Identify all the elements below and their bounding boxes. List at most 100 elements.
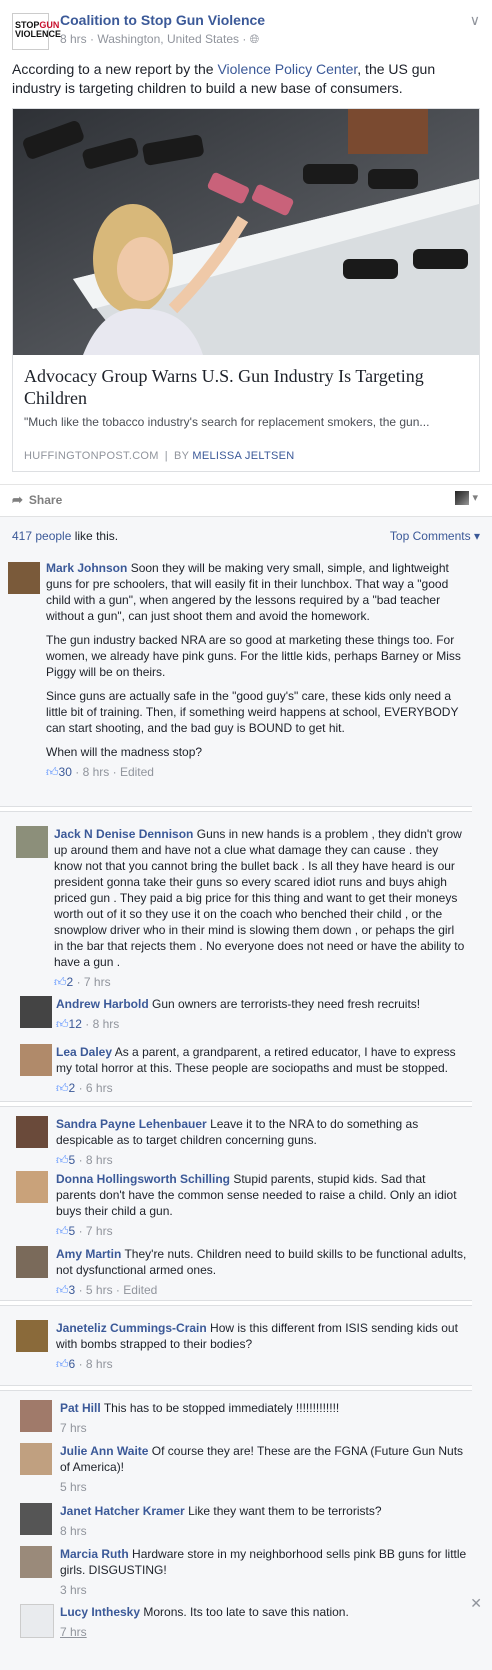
chevron-down-icon[interactable]: ∨ — [470, 12, 480, 29]
commenter-avatar[interactable] — [16, 1171, 48, 1203]
comment-like-count[interactable]: 30 — [59, 765, 72, 779]
globe-icon: 🌐︎ — [249, 32, 260, 46]
commenter-name-link[interactable]: Marcia Ruth — [60, 1547, 129, 1561]
comment-text: Janet Hatcher Kramer Like they want them… — [60, 1504, 382, 1518]
comment-time[interactable]: 8 hrs — [83, 765, 110, 779]
comment-time[interactable]: 7 hrs — [86, 1224, 113, 1238]
comment-time[interactable]: 7 hrs — [60, 1421, 87, 1435]
comment-text: Donna Hollingsworth Schilling Stupid par… — [56, 1172, 457, 1218]
like-thumb-icon[interactable]: 👍︎ — [56, 1283, 69, 1297]
comment-text: Pat Hill This has to be stopped immediat… — [60, 1401, 340, 1415]
comment-time[interactable]: 3 hrs — [60, 1583, 87, 1597]
share-button[interactable]: ➦ Share — [12, 492, 62, 508]
commenter-avatar[interactable] — [20, 996, 52, 1028]
commenter-name-link[interactable]: Janet Hatcher Kramer — [60, 1504, 185, 1518]
comment: Janeteliz Cummings-Crain How is this dif… — [56, 1320, 468, 1372]
like-thumb-icon[interactable]: 👍︎ — [46, 765, 59, 779]
commenter-name-link[interactable]: Pat Hill — [60, 1401, 101, 1415]
comment-like-count[interactable]: 5 — [69, 1153, 76, 1167]
comment-footer: 👍︎5 · 8 hrs — [56, 1153, 113, 1167]
comment-footer: 👍︎30 · 8 hrs · Edited — [46, 765, 154, 779]
like-thumb-icon[interactable]: 👍︎ — [56, 1357, 69, 1371]
commenter-avatar[interactable] — [20, 1443, 52, 1475]
comment-text: The gun industry backed NRA are so good … — [46, 633, 461, 679]
comment-edited[interactable]: Edited — [120, 765, 154, 779]
page-logo[interactable]: STOPGUN VIOLENCE — [12, 13, 61, 50]
commenter-name-link[interactable]: Lucy Inthesky — [60, 1605, 140, 1619]
commenter-name-link[interactable]: Julie Ann Waite — [60, 1444, 148, 1458]
comment-time[interactable]: 6 hrs — [86, 1081, 113, 1095]
comment-footer: 3 hrs — [60, 1582, 470, 1598]
comment-time[interactable]: 5 hrs — [60, 1480, 87, 1494]
comment-time[interactable]: 7 hrs — [60, 1625, 87, 1639]
comment-time[interactable]: 5 hrs — [86, 1283, 113, 1297]
article-photo[interactable] — [13, 109, 479, 355]
commenter-name-link[interactable]: Andrew Harbold — [56, 997, 149, 1011]
commenter-name-link[interactable]: Donna Hollingsworth Schilling — [56, 1172, 230, 1186]
author-link[interactable]: MELISSA JELTSEN — [192, 450, 294, 462]
caret-down-icon: ▾ — [472, 492, 478, 504]
link-preview-card[interactable]: Advocacy Group Warns U.S. Gun Industry I… — [12, 108, 480, 472]
caret-down-icon: ▾ — [473, 529, 480, 543]
commenter-avatar[interactable] — [16, 1320, 48, 1352]
commenter-name-link[interactable]: Sandra Payne Lehenbauer — [56, 1117, 207, 1131]
commenter-avatar[interactable] — [20, 1044, 52, 1076]
comment-footer: 7 hrs — [60, 1624, 470, 1640]
commenter-avatar[interactable] — [16, 1246, 48, 1278]
comment-divider — [0, 806, 472, 812]
comment-like-count[interactable]: 3 — [69, 1283, 76, 1297]
like-thumb-icon[interactable]: 👍︎ — [54, 975, 67, 989]
post-as-selector[interactable]: ▾ — [455, 491, 478, 506]
comment-like-count[interactable]: 12 — [69, 1017, 82, 1031]
comment-time[interactable]: 8 hrs — [86, 1357, 113, 1371]
commenter-name-link[interactable]: Janeteliz Cummings-Crain — [56, 1321, 207, 1335]
comment-like-count[interactable]: 2 — [67, 975, 74, 989]
commenter-name-link[interactable]: Lea Daley — [56, 1045, 112, 1059]
commenter-avatar[interactable] — [16, 1116, 48, 1148]
commenter-avatar[interactable] — [20, 1604, 54, 1638]
post-time[interactable]: 8 hrs — [60, 32, 87, 46]
comment: Sandra Payne Lehenbauer Leave it to the … — [56, 1116, 468, 1168]
comment-footer: 👍︎12 · 8 hrs — [56, 1017, 120, 1031]
commenter-avatar[interactable] — [8, 562, 40, 594]
comment-footer: 👍︎2 · 6 hrs — [56, 1081, 113, 1095]
comment-time[interactable]: 8 hrs — [60, 1524, 87, 1538]
account-avatar — [455, 491, 470, 506]
commenter-name-link[interactable]: Jack N Denise Dennison — [54, 827, 193, 841]
like-thumb-icon[interactable]: 👍︎ — [56, 1081, 69, 1095]
like-thumb-icon[interactable]: 👍︎ — [56, 1017, 69, 1031]
comment-text: Lea Daley As a parent, a grandparent, a … — [56, 1045, 456, 1075]
comment-like-count[interactable]: 6 — [69, 1357, 76, 1371]
commenter-avatar[interactable] — [20, 1546, 52, 1578]
close-icon[interactable]: ✕ — [470, 1595, 482, 1612]
comment: Mark Johnson Soon they will be making ve… — [46, 560, 466, 780]
link-title[interactable]: Advocacy Group Warns U.S. Gun Industry I… — [24, 365, 468, 409]
top-comments-dropdown[interactable]: Top Comments ▾ — [390, 529, 480, 543]
like-thumb-icon[interactable]: 👍︎ — [56, 1153, 69, 1167]
commenter-avatar[interactable] — [16, 826, 48, 858]
comment-time[interactable]: 8 hrs — [86, 1153, 113, 1167]
share-arrow-icon: ➦ — [12, 492, 23, 507]
likes-summary: 417 people like this. — [12, 529, 119, 543]
like-thumb-icon[interactable]: 👍︎ — [56, 1224, 69, 1238]
page-name-link[interactable]: Coalition to Stop Gun Violence — [60, 12, 265, 28]
comment-like-count[interactable]: 5 — [69, 1224, 76, 1238]
violence-policy-center-link[interactable]: Violence Policy Center — [217, 61, 357, 77]
comment-text: Amy Martin They're nuts. Children need t… — [56, 1247, 467, 1277]
comment-text: When will the madness stop? — [46, 745, 203, 759]
link-description: "Much like the tobacco industry's search… — [24, 415, 430, 429]
post-header: STOPGUN VIOLENCE Coalition to Stop Gun V… — [0, 0, 492, 50]
comment-time[interactable]: 7 hrs — [84, 975, 111, 989]
likes-count-link[interactable]: 417 people — [12, 529, 71, 543]
comment-text: Julie Ann Waite Of course they are! Thes… — [60, 1444, 464, 1474]
commenter-name-link[interactable]: Mark Johnson — [46, 561, 127, 575]
commenter-avatar[interactable] — [20, 1400, 52, 1432]
commenter-avatar[interactable] — [20, 1503, 52, 1535]
comment-footer: 7 hrs — [60, 1420, 470, 1436]
comment-divider — [0, 1300, 472, 1306]
comment-divider — [0, 1385, 472, 1391]
comment-like-count[interactable]: 2 — [69, 1081, 76, 1095]
comment-edited[interactable]: Edited — [123, 1283, 157, 1297]
comment-time[interactable]: 8 hrs — [93, 1017, 120, 1031]
commenter-name-link[interactable]: Amy Martin — [56, 1247, 121, 1261]
